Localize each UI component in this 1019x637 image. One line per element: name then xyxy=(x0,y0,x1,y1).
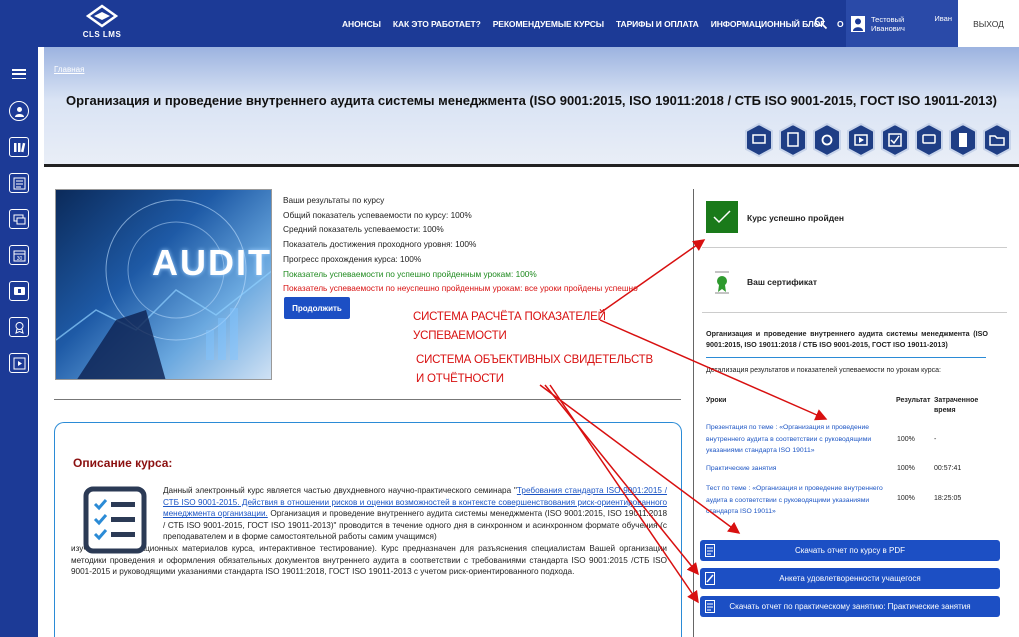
course-title-mini: Организация и проведение внутреннего ауд… xyxy=(706,329,988,349)
lesson-result: 100% xyxy=(897,465,915,472)
menu-icon[interactable] xyxy=(12,69,26,79)
checklist-icon xyxy=(83,486,147,554)
user-first-name: Иван xyxy=(934,14,952,23)
sidebar-profile-icon[interactable] xyxy=(9,101,29,121)
results-average: Средний показатель успеваемости: 100% xyxy=(283,224,444,235)
right-divider-2 xyxy=(702,312,1007,313)
course-image-art xyxy=(56,199,271,379)
sidebar-certificate-icon[interactable] xyxy=(9,317,29,337)
course-header: Главная Организация и проведение внутрен… xyxy=(44,47,1019,164)
survey-button[interactable]: Анкета удовлетворенности учащегося xyxy=(700,568,1000,589)
breadcrumb-home[interactable]: Главная xyxy=(54,65,84,74)
results-pass-level: Показатель достижения проходного уровня:… xyxy=(283,239,477,250)
lesson-result: 100% xyxy=(897,495,915,502)
logout-button[interactable]: ВЫХОД xyxy=(958,0,1019,47)
logo[interactable]: CLS LMS xyxy=(72,4,132,44)
download-pdf-button[interactable]: Скачать отчет по курсу в PDF xyxy=(700,540,1000,561)
course-passed-label: Курс успешно пройден xyxy=(747,213,844,223)
description-paragraph-2: изучение информационных материалов курса… xyxy=(71,543,667,577)
lesson-link-test[interactable]: Тест по теме : «Организация и проведение… xyxy=(706,483,892,518)
document-icon xyxy=(705,544,715,557)
header-divider xyxy=(44,164,1019,167)
sidebar-video-icon[interactable] xyxy=(9,353,29,373)
nav-pricing[interactable]: ТАРИФЫ И ОПЛАТА xyxy=(616,19,699,29)
avatar xyxy=(851,15,865,32)
document-icon xyxy=(705,600,715,613)
results-progress: Прогресс прохождения курса: 100% xyxy=(283,253,422,264)
course-passed-badge xyxy=(706,201,738,233)
lesson-time: 18:25:05 xyxy=(934,495,962,502)
course-title-underline xyxy=(706,357,986,358)
lesson-time: - xyxy=(934,436,937,443)
column-header-time: Затраченное время xyxy=(934,397,979,414)
section-folder-icon[interactable] xyxy=(982,123,1012,157)
logo-icon xyxy=(85,4,119,28)
results-overall: Общий показатель успеваемости по курсу: … xyxy=(283,209,472,220)
course-image: AUDIT xyxy=(55,189,272,380)
nav-how-it-works[interactable]: КАК ЭТО РАБОТАЕТ? xyxy=(393,19,481,29)
course-image-word: AUDIT xyxy=(152,242,272,283)
detail-heading: Детализация результатов и показателей ус… xyxy=(706,367,941,374)
description-title: Описание курса: xyxy=(73,456,173,470)
user-icon xyxy=(853,18,863,31)
content-divider xyxy=(54,399,681,400)
nav-announcements[interactable]: АНОНСЫ xyxy=(342,19,381,29)
description-paragraph: Данный электронный курс является частью … xyxy=(163,486,668,542)
right-panel-border xyxy=(693,189,694,637)
top-navbar: CLS LMS АНОНСЫ КАК ЭТО РАБОТАЕТ? РЕКОМЕН… xyxy=(0,0,1019,47)
description-text: Данный электронный курс является частью … xyxy=(71,485,667,578)
section-test-icon[interactable] xyxy=(880,123,910,157)
page-title: Организация и проведение внутреннего ауд… xyxy=(66,93,997,108)
sidebar-calendar-icon[interactable]: 30 xyxy=(9,245,29,265)
section-document-icon[interactable] xyxy=(778,123,808,157)
certificate-icon[interactable] xyxy=(714,270,730,294)
annotation-evidence: СИСТЕМА ОБЪЕКТИВНЫХ СВИДЕТЕЛЬСТВ И ОТЧЁТ… xyxy=(416,354,653,385)
svg-text:30: 30 xyxy=(16,256,22,262)
search-icon[interactable] xyxy=(814,16,828,30)
course-description: Описание курса: Данный электронный курс … xyxy=(54,422,682,637)
sidebar-chat-icon[interactable] xyxy=(9,209,29,229)
user-full-name: Тестовый Иванович xyxy=(871,14,905,33)
edit-icon xyxy=(705,572,715,585)
user-menu[interactable]: Тестовый Иванович Иван xyxy=(846,0,958,47)
results-heading: Ваши результаты по курсу xyxy=(283,195,385,205)
download-practice-report-button[interactable]: Скачать отчет по практическому занятию: … xyxy=(700,596,1000,617)
section-settings-icon[interactable] xyxy=(812,123,842,157)
logo-text: CLS LMS xyxy=(82,30,122,39)
nav-recommended[interactable]: РЕКОМЕНДУЕМЫЕ КУРСЫ xyxy=(493,19,604,29)
sidebar: 30 xyxy=(0,47,38,637)
results-summary: Ваши результаты по курсу Общий показател… xyxy=(283,193,638,296)
column-header-result: Результат xyxy=(896,397,931,404)
results-failed-lessons: Показатель успеваемости по неуспешно про… xyxy=(283,283,638,294)
lesson-result: 100% xyxy=(897,436,915,443)
nav-blog[interactable]: ИНФОРМАЦИОННЫЙ БЛОГ xyxy=(711,19,825,29)
section-monitor-icon[interactable] xyxy=(744,123,774,157)
section-file-icon[interactable] xyxy=(948,123,978,157)
sidebar-stats-icon[interactable] xyxy=(9,173,29,193)
lesson-time: 00:57:41 xyxy=(934,465,962,472)
checkmark-icon xyxy=(713,210,731,224)
results-passed-lessons: Показатель успеваемости по успешно пройд… xyxy=(283,268,537,279)
course-section-icons xyxy=(744,123,1012,157)
right-divider-1 xyxy=(702,247,1007,248)
annotation-metrics: СИСТЕМА РАСЧЁТА ПОКАЗАТЕЛЕЙ УСПЕВАЕМОСТИ xyxy=(413,311,606,342)
continue-button[interactable]: Продолжить xyxy=(284,297,350,319)
lesson-link-practice[interactable]: Практические занятия xyxy=(706,463,892,475)
sidebar-messages-icon[interactable] xyxy=(9,281,29,301)
certificate-link[interactable]: Ваш сертификат xyxy=(747,277,817,287)
column-header-lessons: Уроки xyxy=(706,397,727,404)
section-chat-icon[interactable] xyxy=(914,123,944,157)
section-play-icon[interactable] xyxy=(846,123,876,157)
lesson-link-presentation[interactable]: Презентация по теме : «Организация и про… xyxy=(706,422,892,457)
main-nav: АНОНСЫ КАК ЭТО РАБОТАЕТ? РЕКОМЕНДУЕМЫЕ К… xyxy=(342,0,864,47)
sidebar-library-icon[interactable] xyxy=(9,137,29,157)
